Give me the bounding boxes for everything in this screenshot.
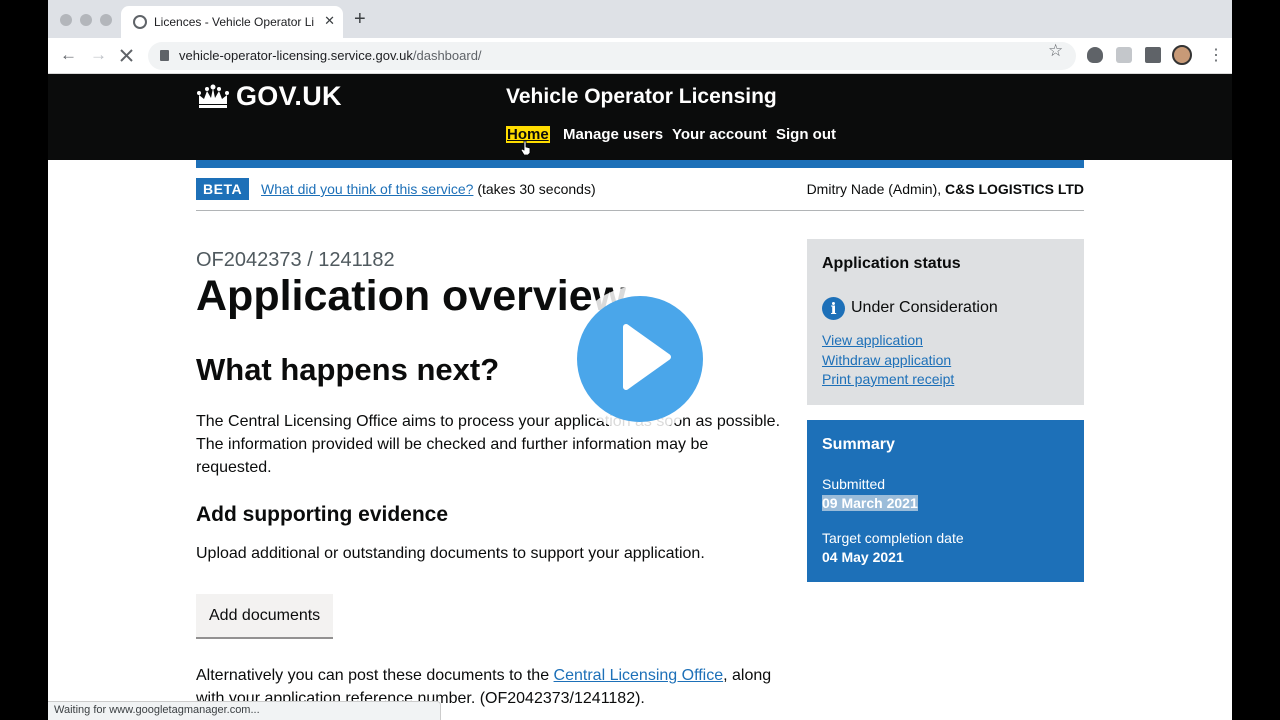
summary-title: Summary: [822, 436, 895, 453]
nav-sign-out[interactable]: Sign out: [776, 126, 836, 143]
supporting-evidence-heading: Add supporting evidence: [196, 503, 449, 526]
maximize-window-button[interactable]: [100, 14, 112, 26]
signed-in-user: Dmitry Nade (Admin), C&S LOGISTICS LTD: [806, 181, 1084, 197]
view-application-link[interactable]: View application: [822, 332, 923, 348]
phase-banner: BETA What did you think of this service?…: [196, 178, 1084, 211]
extension-icon[interactable]: [1116, 47, 1132, 63]
withdraw-application-link[interactable]: Withdraw application: [822, 352, 951, 368]
browser-toolbar: ← → vehicle-operator-licensing.service.g…: [48, 38, 1232, 74]
govuk-logo[interactable]: GOV.UK: [236, 81, 342, 112]
favicon-icon: [133, 15, 147, 29]
govuk-header: GOV.UK Vehicle Operator Licensing Home M…: [48, 74, 1232, 160]
feedback-link[interactable]: What did you think of this service?: [261, 181, 473, 197]
nav-your-account[interactable]: Your account: [672, 126, 767, 143]
central-licensing-office-link[interactable]: Central Licensing Office: [554, 667, 724, 684]
application-reference: OF2042373 / 1241182: [196, 249, 395, 271]
browser-status-bar: Waiting for www.googletagmanager.com...: [48, 701, 441, 720]
summary-panel: Summary Submitted 09 March 2021 Target c…: [807, 420, 1084, 582]
stop-loading-icon[interactable]: [118, 47, 135, 64]
header-blue-stripe: [196, 160, 1084, 168]
page-title: Application overview: [196, 272, 627, 320]
hand-cursor-icon: [521, 141, 531, 155]
browser-window: Licences - Vehicle Operator Licensing ✕ …: [48, 0, 1232, 720]
browser-menu-icon[interactable]: ⋮: [1208, 45, 1224, 65]
back-arrow-icon[interactable]: ←: [60, 45, 77, 65]
nav-manage-users[interactable]: Manage users: [563, 126, 663, 143]
forward-arrow-icon[interactable]: →: [90, 45, 107, 65]
close-window-button[interactable]: [60, 14, 72, 26]
service-name[interactable]: Vehicle Operator Licensing: [506, 85, 777, 109]
tab-title: Licences - Vehicle Operator Licensing: [154, 15, 314, 29]
target-completion-date: 04 May 2021: [822, 549, 904, 565]
url-text: vehicle-operator-licensing.service.gov.u…: [179, 48, 482, 63]
address-bar[interactable]: vehicle-operator-licensing.service.gov.u…: [148, 42, 1076, 70]
minimize-window-button[interactable]: [80, 14, 92, 26]
submitted-label: Submitted: [822, 476, 886, 492]
info-icon: i: [822, 297, 845, 320]
lock-icon: [160, 50, 169, 61]
supporting-evidence-text: Upload additional or outstanding documen…: [196, 545, 705, 562]
puzzle-icon[interactable]: [1145, 47, 1161, 63]
application-status-panel: Application status i Under Consideration…: [807, 239, 1084, 405]
application-status-value: Under Consideration: [851, 299, 998, 316]
what-happens-next-text: The Central Licensing Office aims to pro…: [196, 413, 781, 476]
print-payment-receipt-link[interactable]: Print payment receipt: [822, 371, 954, 387]
bookmark-star-icon[interactable]: ☆: [1048, 41, 1063, 61]
profile-avatar-icon[interactable]: [1172, 45, 1192, 65]
tab-close-icon[interactable]: ✕: [324, 13, 335, 29]
crown-icon: [197, 84, 229, 108]
play-icon[interactable]: [620, 323, 672, 391]
beta-tag: BETA: [196, 178, 250, 200]
target-completion-label: Target completion date: [822, 530, 964, 546]
shield-extension-icon[interactable]: [1087, 47, 1103, 63]
feedback-text: What did you think of this service? (tak…: [261, 181, 596, 197]
new-tab-button[interactable]: +: [354, 9, 366, 29]
status-panel-title: Application status: [822, 255, 961, 272]
organisation-name: C&S LOGISTICS LTD: [945, 181, 1084, 197]
submitted-date: 09 March 2021: [822, 495, 918, 511]
what-happens-next-heading: What happens next?: [196, 352, 500, 387]
add-documents-button[interactable]: Add documents: [196, 594, 334, 637]
tab-bar: Licences - Vehicle Operator Licensing ✕ …: [48, 0, 1232, 38]
browser-tab[interactable]: Licences - Vehicle Operator Licensing ✕: [121, 6, 343, 38]
